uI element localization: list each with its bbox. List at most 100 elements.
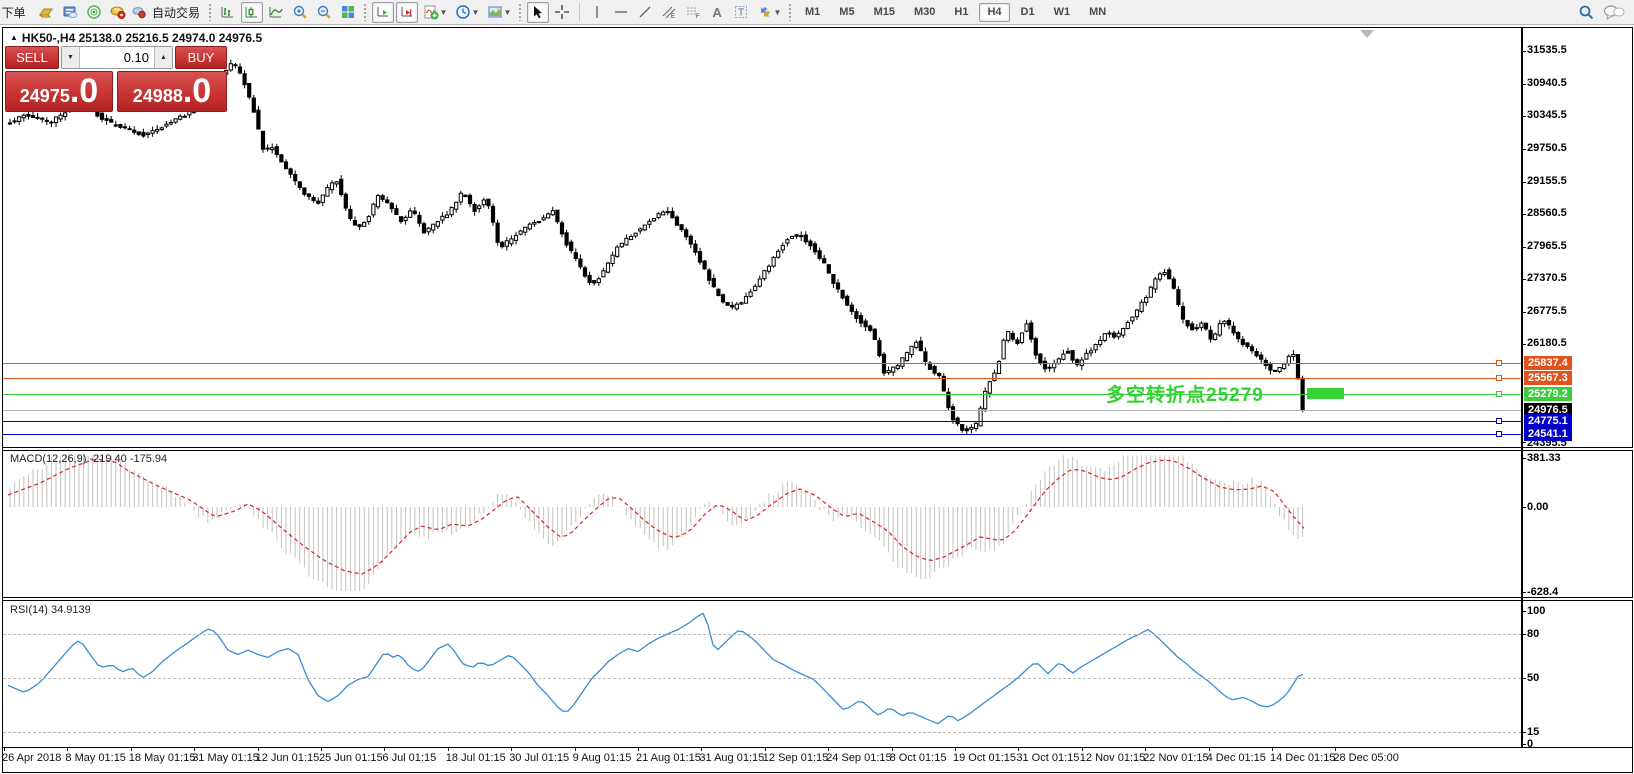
timeframe-h1[interactable]: H1 [946, 3, 976, 22]
timeframe-m5[interactable]: M5 [831, 3, 862, 22]
date-label: 8 Oct 01:15 [890, 752, 947, 764]
data-window-icon[interactable] [59, 2, 81, 23]
price-line-25279.2[interactable] [3, 394, 1521, 395]
timeframe-m30[interactable]: M30 [906, 3, 943, 22]
date-tick [638, 747, 639, 751]
zoom-in-icon[interactable] [289, 2, 311, 23]
vertical-line-tool[interactable] [586, 2, 608, 23]
search-icon[interactable] [1578, 4, 1595, 21]
pivot-annotation[interactable]: 多空转折点25279 [1106, 380, 1264, 407]
date-tick [258, 747, 259, 751]
crosshair-icon[interactable] [551, 2, 573, 23]
volume-value[interactable]: 0.10 [80, 47, 154, 68]
text-tool[interactable]: A [706, 2, 728, 23]
toolbar-grip [788, 3, 793, 21]
date-label: 9 Aug 01:15 [573, 752, 632, 764]
toolbar-separator [579, 3, 580, 21]
timeframe-m1[interactable]: M1 [797, 3, 828, 22]
date-tick [765, 747, 766, 751]
chart-shift-icon[interactable] [396, 2, 418, 23]
date-tick [1082, 747, 1083, 751]
rsi-axis-label: 0 [1527, 738, 1533, 750]
bar-chart-icon[interactable] [217, 2, 239, 23]
price-line-25837.4[interactable] [3, 363, 1521, 364]
arrows-tool-button[interactable]: ▼ [754, 2, 784, 23]
auto-scroll-icon[interactable] [372, 2, 394, 23]
cursor-icon[interactable] [527, 2, 549, 23]
price-line-label: 25837.4 [1524, 356, 1572, 370]
line-handle[interactable] [1496, 418, 1502, 424]
candlestick-chart[interactable] [3, 28, 1521, 447]
trendline-tool[interactable] [634, 2, 656, 23]
market-watch-icon[interactable] [35, 2, 57, 23]
price-tick-label: 29750.5 [1527, 142, 1567, 154]
text-tool-glyph: A [712, 5, 721, 20]
green-highlight-rectangle[interactable] [1307, 388, 1344, 399]
tile-windows-icon[interactable] [337, 2, 359, 23]
line-chart-icon[interactable] [265, 2, 287, 23]
price-tick [1521, 279, 1526, 280]
timeframes-caret-icon: ▼ [472, 8, 480, 17]
date-label: 18 Jul 01:15 [446, 752, 506, 764]
market-store-icon[interactable] [107, 2, 129, 23]
buy-price-button[interactable]: 24988.0 [117, 71, 227, 112]
line-handle[interactable] [1496, 431, 1502, 437]
toolbar-grip [208, 3, 213, 21]
arrows-caret-icon: ▼ [774, 8, 782, 17]
scroll-position-icon [1360, 30, 1374, 38]
price-line-25567.3[interactable] [3, 378, 1521, 379]
horizontal-line-tool[interactable] [610, 2, 632, 23]
date-label: 31 May 01:15 [192, 752, 259, 764]
macd-tick [1521, 507, 1526, 508]
chart-collapse-icon[interactable]: ▲ [10, 33, 18, 42]
rsi-axis-label: 15 [1527, 726, 1539, 738]
date-label: 19 Oct 01:15 [953, 752, 1016, 764]
buy-button[interactable]: BUY [175, 46, 227, 69]
timeframe-m15[interactable]: M15 [866, 3, 903, 22]
text-label-tool[interactable]: T [730, 2, 752, 23]
line-handle[interactable] [1496, 375, 1502, 381]
price-tick-label: 30345.5 [1527, 109, 1567, 121]
date-tick [4, 747, 5, 751]
line-handle[interactable] [1496, 391, 1502, 397]
price-line-24541.1[interactable] [3, 434, 1521, 435]
price-tick [1521, 149, 1526, 150]
sell-price-button[interactable]: 24975.0 [5, 71, 113, 112]
new-order-button[interactable]: 下单 [3, 2, 33, 23]
timeframe-h4[interactable]: H4 [979, 3, 1009, 22]
date-label: 22 Nov 01:15 [1143, 752, 1208, 764]
line-handle[interactable] [1496, 360, 1502, 366]
price-tick-label: 26180.5 [1527, 337, 1567, 349]
macd-tick [1521, 458, 1526, 459]
candlestick-chart-icon[interactable] [241, 2, 263, 23]
autotrading-button[interactable]: 自动交易 [131, 2, 204, 23]
indicators-button[interactable]: ▼ [420, 2, 450, 23]
timeframe-d1[interactable]: D1 [1013, 3, 1043, 22]
one-click-trading-panel: SELL ▼ 0.10 ▲ BUY 24975.0 24988.0 [5, 46, 227, 112]
timeframe-w1[interactable]: W1 [1046, 3, 1079, 22]
price-line-24976.5[interactable] [3, 410, 1521, 411]
signals-icon[interactable] [83, 2, 105, 23]
timeframe-mn[interactable]: MN [1081, 3, 1114, 22]
chat-icon[interactable] [1603, 4, 1625, 20]
price-tick [1521, 247, 1526, 248]
zoom-out-icon[interactable] [313, 2, 335, 23]
timeframes-button[interactable]: ▼ [452, 2, 482, 23]
volume-decrease-button[interactable]: ▼ [62, 47, 80, 68]
channel-tool[interactable]: E [658, 2, 680, 23]
macd-indicator-chart[interactable] [3, 451, 1521, 595]
templates-button[interactable]: ▼ [484, 2, 514, 23]
date-axis-border [3, 747, 1633, 748]
sell-button[interactable]: SELL [5, 46, 59, 69]
date-label: 6 Jul 01:15 [382, 752, 436, 764]
rsi-axis-label: 80 [1527, 628, 1539, 640]
volume-increase-button[interactable]: ▲ [154, 47, 172, 68]
rsi-axis-label: 100 [1527, 605, 1545, 617]
svg-text:E: E [671, 14, 675, 20]
price-line-24775.1[interactable] [3, 421, 1521, 422]
rsi-indicator-chart[interactable] [3, 601, 1521, 747]
date-label: 28 Dec 05:00 [1333, 752, 1398, 764]
fibonacci-tool[interactable]: F [682, 2, 704, 23]
date-label: 31 Oct 01:15 [1016, 752, 1079, 764]
price-line-label: 25279.2 [1524, 387, 1572, 401]
